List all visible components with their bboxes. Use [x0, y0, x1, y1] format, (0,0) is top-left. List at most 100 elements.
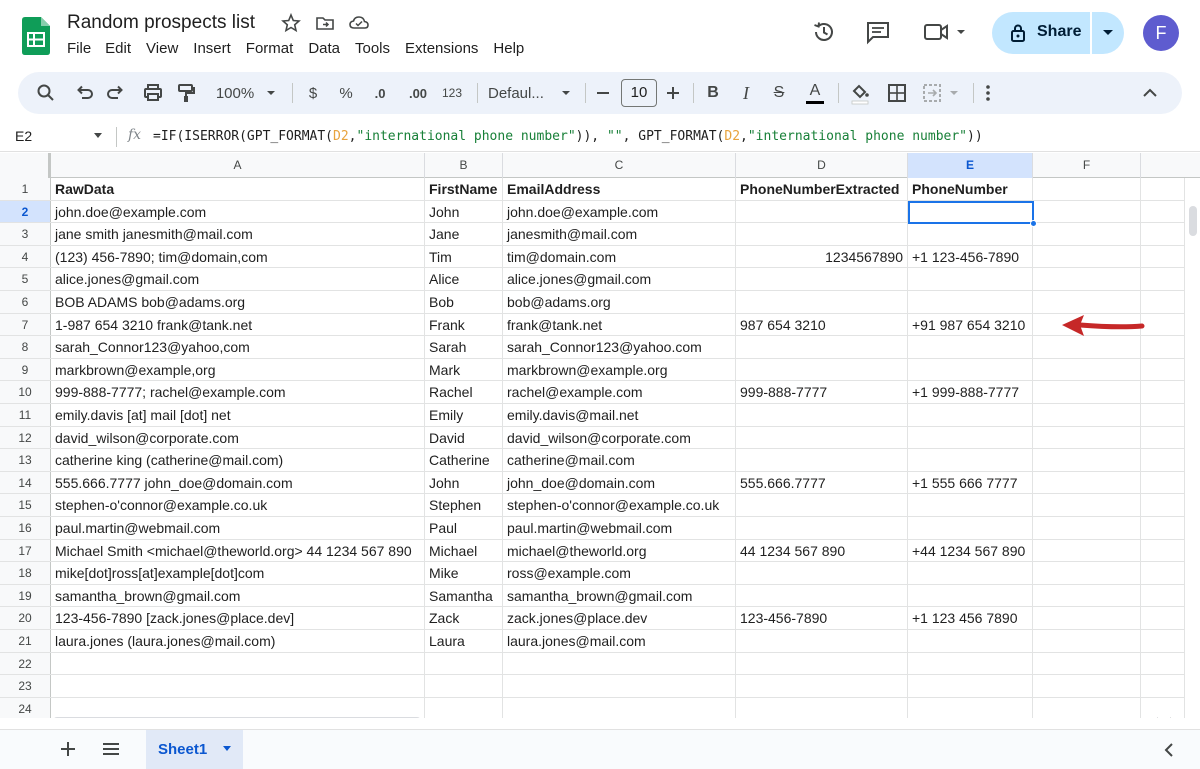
cell-d3[interactable] [736, 223, 908, 245]
cell-c13[interactable]: catherine@mail.com [503, 449, 736, 471]
cell-c8[interactable]: sarah_Connor123@yahoo.com [503, 336, 736, 358]
row-header[interactable]: 17 [0, 539, 51, 562]
cell-f18[interactable] [1033, 562, 1141, 584]
row-header[interactable]: 4 [0, 245, 51, 268]
row-header[interactable]: 10 [0, 381, 51, 403]
row-header[interactable]: 14 [0, 471, 51, 494]
cell-d8[interactable] [736, 336, 908, 358]
cell-a2[interactable]: john.doe@example.com [51, 200, 425, 223]
row-header[interactable]: 20 [0, 607, 51, 629]
zoom-dropdown-icon[interactable] [265, 80, 277, 106]
row-header[interactable]: 22 [0, 652, 51, 675]
cell-c7[interactable]: frank@tank.net [503, 313, 736, 336]
cell-c16[interactable]: paul.martin@webmail.com [503, 517, 736, 539]
horizontal-scrollbar[interactable] [51, 714, 1184, 718]
cell-c5[interactable]: alice.jones@gmail.com [503, 268, 736, 290]
scroll-right-icon[interactable] [1166, 716, 1176, 718]
cell-e19[interactable] [908, 584, 1033, 607]
cell-d21[interactable] [736, 630, 908, 652]
cell-c1[interactable]: EmailAddress [503, 178, 736, 200]
cell-e21[interactable] [908, 630, 1033, 652]
increase-decimal-button[interactable]: .00 [404, 80, 432, 106]
cell-d23[interactable] [736, 675, 908, 697]
row-header[interactable]: 6 [0, 291, 51, 313]
menu-data[interactable]: Data [308, 40, 340, 57]
cell-f2[interactable] [1033, 200, 1141, 223]
cell-a13[interactable]: catherine king (catherine@mail.com) [51, 449, 425, 471]
sheet-tab-sheet1[interactable]: Sheet1 [146, 730, 243, 769]
row-header[interactable]: 11 [0, 404, 51, 426]
cell-b2[interactable]: John [425, 200, 503, 223]
vertical-scroll-thumb[interactable] [1189, 206, 1197, 236]
text-color-button[interactable]: A [804, 80, 826, 106]
cell-b18[interactable]: Mike [425, 562, 503, 584]
cell-e1[interactable]: PhoneNumber [908, 178, 1033, 200]
add-sheet-icon[interactable] [57, 738, 79, 760]
cell-d20[interactable]: 123-456-7890 [736, 607, 908, 629]
cell-f10[interactable] [1033, 381, 1141, 403]
menu-insert[interactable]: Insert [193, 40, 231, 57]
avatar[interactable]: F [1143, 15, 1179, 51]
cell-a3[interactable]: jane smith janesmith@mail.com [51, 223, 425, 245]
select-all-corner[interactable] [0, 153, 51, 178]
menu-edit[interactable]: Edit [105, 40, 131, 57]
cell-d22[interactable] [736, 652, 908, 675]
cell-e12[interactable] [908, 426, 1033, 449]
borders-icon[interactable] [887, 80, 907, 106]
cell-d11[interactable] [736, 404, 908, 426]
menu-format[interactable]: Format [246, 40, 294, 57]
font-dropdown-icon[interactable] [560, 80, 572, 106]
cell-c17[interactable]: michael@theworld.org [503, 539, 736, 562]
cell-c23[interactable] [503, 675, 736, 697]
share-dropdown[interactable] [1092, 12, 1124, 54]
cell-d4[interactable]: 1234567890 [736, 245, 908, 268]
cell-e10[interactable]: +1 999-888-7777 [908, 381, 1033, 403]
row-header[interactable]: 5 [0, 268, 51, 290]
print-icon[interactable] [142, 80, 164, 106]
cell-a20[interactable]: 123-456-7890 [zack.jones@place.dev] [51, 607, 425, 629]
cell-d17[interactable]: 44 1234 567 890 [736, 539, 908, 562]
cell-d14[interactable]: 555.666.7777 [736, 471, 908, 494]
cell-b19[interactable]: Samantha [425, 584, 503, 607]
row-header[interactable]: 8 [0, 336, 51, 358]
cell-b7[interactable]: Frank [425, 313, 503, 336]
cell-b12[interactable]: David [425, 426, 503, 449]
cell-c14[interactable]: john_doe@domain.com [503, 471, 736, 494]
formula-input[interactable]: =IF(ISERROR(GPT_FORMAT(D2,"international… [153, 129, 983, 144]
cell-f14[interactable] [1033, 471, 1141, 494]
merge-cells-icon[interactable] [922, 80, 962, 106]
cell-a23[interactable] [51, 675, 425, 697]
cell-d15[interactable] [736, 494, 908, 516]
column-header-d[interactable]: D [736, 153, 908, 178]
cell-f13[interactable] [1033, 449, 1141, 471]
cell-c12[interactable]: david_wilson@corporate.com [503, 426, 736, 449]
strikethrough-button[interactable]: S [769, 80, 789, 106]
cell-b16[interactable]: Paul [425, 517, 503, 539]
cell-e11[interactable] [908, 404, 1033, 426]
cell-e18[interactable] [908, 562, 1033, 584]
cell-f3[interactable] [1033, 223, 1141, 245]
cell-f5[interactable] [1033, 268, 1141, 290]
cell-a1[interactable]: RawData [51, 178, 425, 200]
name-box[interactable]: E2 [15, 128, 32, 144]
fill-handle[interactable] [1030, 220, 1037, 227]
more-options-icon[interactable] [980, 80, 996, 106]
cell-a18[interactable]: mike[dot]ross[at]example[dot]com [51, 562, 425, 584]
row-header[interactable]: 2 [0, 200, 51, 223]
all-sheets-menu-icon[interactable] [100, 738, 122, 760]
format-currency-button[interactable]: $ [303, 80, 323, 106]
cell-a15[interactable]: stephen-o'connor@example.co.uk [51, 494, 425, 516]
cell-f12[interactable] [1033, 426, 1141, 449]
row-header[interactable]: 24 [0, 697, 51, 718]
cell-a19[interactable]: samantha_brown@gmail.com [51, 584, 425, 607]
cell-a17[interactable]: Michael Smith <michael@theworld.org> 44 … [51, 539, 425, 562]
cell-a22[interactable] [51, 652, 425, 675]
cell-c3[interactable]: janesmith@mail.com [503, 223, 736, 245]
cell-f15[interactable] [1033, 494, 1141, 516]
cell-f20[interactable] [1033, 607, 1141, 629]
column-header-f[interactable]: F [1033, 153, 1141, 178]
sheet-tab-dropdown-icon[interactable] [222, 745, 232, 753]
cell-d10[interactable]: 999-888-7777 [736, 381, 908, 403]
cell-a9[interactable]: markbrown@example,org [51, 358, 425, 381]
cell-e13[interactable] [908, 449, 1033, 471]
